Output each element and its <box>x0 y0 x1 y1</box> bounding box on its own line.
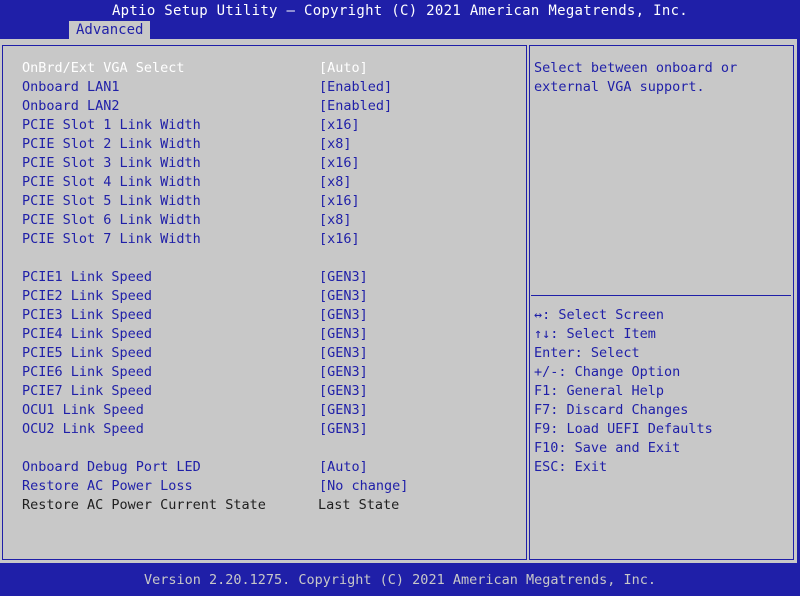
setting-value[interactable]: [x16] <box>319 154 360 173</box>
setting-label: Restore AC Power Current State <box>22 497 266 513</box>
setting-row[interactable]: Restore AC Power Loss [No change] <box>3 477 523 496</box>
setting-row: Restore AC Power Current State Last State <box>3 496 523 515</box>
main-panel: OnBrd/Ext VGA Select [Auto] Onboard LAN1 [E… <box>0 39 797 563</box>
key-legend-item: +/-: Change Option <box>534 364 681 380</box>
key-legend-item: F9: Load UEFI Defaults <box>534 421 713 437</box>
setting-label: PCIE2 Link Speed <box>22 288 153 304</box>
setting-value[interactable]: [GEN3] <box>319 382 368 401</box>
setting-row[interactable]: PCIE Slot 7 Link Width [x16] <box>3 230 523 249</box>
setting-value[interactable]: [x16] <box>319 192 360 211</box>
setting-row[interactable]: PCIE7 Link Speed [GEN3] <box>3 382 523 401</box>
setting-value[interactable]: [GEN3] <box>319 401 368 420</box>
setting-row[interactable]: PCIE1 Link Speed [GEN3] <box>3 268 523 287</box>
setting-value[interactable]: [x16] <box>319 116 360 135</box>
setting-row[interactable]: PCIE Slot 4 Link Width [x8] <box>3 173 523 192</box>
key-legend-item: ESC: Exit <box>534 459 608 475</box>
setting-label: PCIE Slot 4 Link Width <box>22 174 201 190</box>
setting-label: Onboard Debug Port LED <box>22 459 201 475</box>
setting-row[interactable]: OCU2 Link Speed [GEN3] <box>3 420 523 439</box>
setting-row[interactable]: PCIE Slot 3 Link Width [x16] <box>3 154 523 173</box>
setting-value[interactable]: [x8] <box>319 211 352 230</box>
setting-label: PCIE Slot 1 Link Width <box>22 117 201 133</box>
setting-value[interactable]: [No change] <box>319 477 408 496</box>
help-divider <box>531 295 791 296</box>
setting-value[interactable]: [x8] <box>319 173 352 192</box>
setting-value: Last State <box>318 497 400 513</box>
settings-pane: OnBrd/Ext VGA Select [Auto] Onboard LAN1 [E… <box>2 45 527 560</box>
help-text: Select between onboard or external VGA s… <box>534 60 746 95</box>
key-legend-item: ↔: Select Screen <box>534 307 665 323</box>
setting-label: PCIE1 Link Speed <box>22 269 153 285</box>
key-legend-item: Enter: Select <box>534 345 640 361</box>
setting-label: PCIE4 Link Speed <box>22 326 153 342</box>
key-legend-item: F1: General Help <box>534 383 665 399</box>
setting-row[interactable]: PCIE2 Link Speed [GEN3] <box>3 287 523 306</box>
setting-label: PCIE3 Link Speed <box>22 307 153 323</box>
setting-value[interactable]: [x16] <box>319 230 360 249</box>
setting-row[interactable]: Onboard LAN1 [Enabled] <box>3 78 523 97</box>
setting-label: PCIE Slot 7 Link Width <box>22 231 201 247</box>
setting-value[interactable]: [GEN3] <box>319 287 368 306</box>
setting-row[interactable]: PCIE5 Link Speed [GEN3] <box>3 344 523 363</box>
setting-row[interactable]: PCIE Slot 1 Link Width [x16] <box>3 116 523 135</box>
setting-row[interactable]: OCU1 Link Speed [GEN3] <box>3 401 523 420</box>
setting-value[interactable]: [GEN3] <box>319 420 368 439</box>
setting-label: Restore AC Power Loss <box>22 478 193 494</box>
setting-value[interactable]: [GEN3] <box>319 268 368 287</box>
setting-value[interactable]: [GEN3] <box>319 344 368 363</box>
setting-value[interactable]: [GEN3] <box>319 306 368 325</box>
setting-label: OCU1 Link Speed <box>22 402 144 418</box>
setting-row[interactable]: PCIE4 Link Speed [GEN3] <box>3 325 523 344</box>
help-pane: Select between onboard or external VGA s… <box>529 45 794 560</box>
top-bar: Aptio Setup Utility – Copyright (C) 2021… <box>0 0 800 39</box>
setting-value[interactable]: [GEN3] <box>319 325 368 344</box>
setting-value[interactable]: [Auto] <box>319 458 368 477</box>
key-legend-item: ↑↓: Select Item <box>534 326 656 342</box>
setting-value[interactable]: [Enabled] <box>319 97 392 116</box>
setting-row[interactable]: Onboard LAN2 [Enabled] <box>3 97 523 116</box>
setting-label: PCIE7 Link Speed <box>22 383 153 399</box>
key-legend-item: F7: Discard Changes <box>534 402 689 418</box>
app-title: Aptio Setup Utility – Copyright (C) 2021… <box>111 3 689 19</box>
footer-version: Version 2.20.1275. Copyright (C) 2021 Am… <box>143 572 657 588</box>
setting-label: PCIE Slot 2 Link Width <box>22 136 201 152</box>
setting-row[interactable]: PCIE Slot 2 Link Width [x8] <box>3 135 523 154</box>
setting-value[interactable]: [Auto] <box>319 59 368 78</box>
setting-label: OCU2 Link Speed <box>22 421 144 437</box>
setting-row[interactable]: OnBrd/Ext VGA Select [Auto] <box>3 59 523 78</box>
setting-label: PCIE Slot 3 Link Width <box>22 155 201 171</box>
setting-row[interactable]: PCIE6 Link Speed [GEN3] <box>3 363 523 382</box>
setting-row[interactable]: PCIE Slot 6 Link Width [x8] <box>3 211 523 230</box>
setting-label: PCIE5 Link Speed <box>22 345 153 361</box>
setting-row[interactable]: PCIE3 Link Speed [GEN3] <box>3 306 523 325</box>
setting-label: Onboard LAN1 <box>22 79 120 95</box>
setting-value[interactable]: [x8] <box>319 135 352 154</box>
setting-label: OnBrd/Ext VGA Select <box>22 60 185 76</box>
setting-label: PCIE Slot 5 Link Width <box>22 193 201 209</box>
setting-value[interactable]: [Enabled] <box>319 78 392 97</box>
setting-label: PCIE6 Link Speed <box>22 364 153 380</box>
setting-value[interactable]: [GEN3] <box>319 363 368 382</box>
setting-label: PCIE Slot 6 Link Width <box>22 212 201 228</box>
key-legend-item: F10: Save and Exit <box>534 440 681 456</box>
setting-row[interactable]: PCIE Slot 5 Link Width [x16] <box>3 192 523 211</box>
setting-label: Onboard LAN2 <box>22 98 120 114</box>
key-legend: ↔: Select Screen ↑↓: Select Item Enter: Se… <box>534 306 713 477</box>
setting-row[interactable]: Onboard Debug Port LED [Auto] <box>3 458 523 477</box>
tab-advanced[interactable]: Advanced <box>69 21 151 39</box>
